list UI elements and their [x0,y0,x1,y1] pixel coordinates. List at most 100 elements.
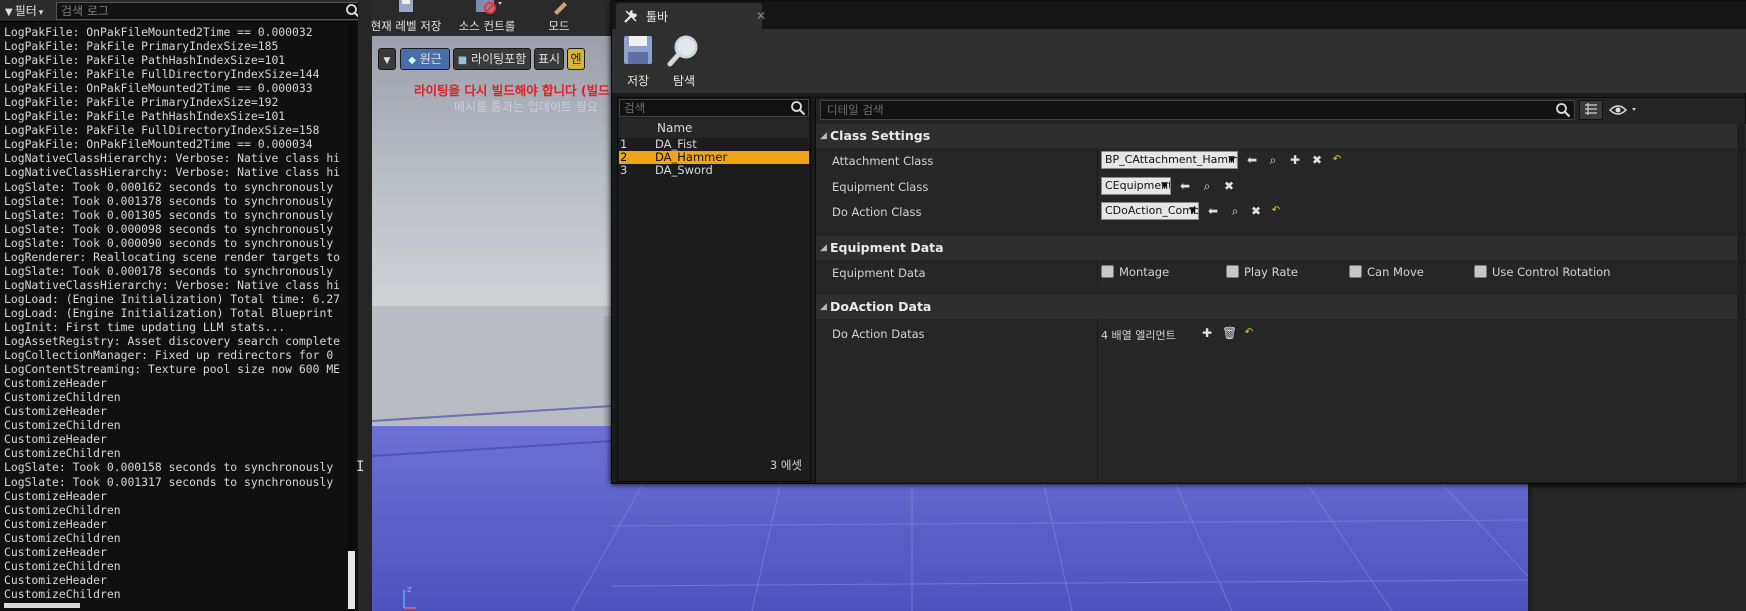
filter-dropdown-button[interactable]: ▼ 필터 ▾ [2,2,46,20]
log-line: LogInit: First time updating LLM stats..… [4,319,286,334]
property-matrix-button[interactable] [1579,100,1603,120]
chevron-down-icon: ▼ [1161,181,1168,191]
perspective-button[interactable]: ◆ 원근 [400,48,450,70]
log-line: CustomizeHeader [4,544,107,559]
lighting-mode-button[interactable]: ■ 라이팅포함 [453,48,531,70]
close-icon[interactable]: ✕ [756,9,766,23]
clear-x-icon[interactable]: ✖ [1249,204,1263,218]
log-line: LogSlate: Took 0.001317 seconds to synch… [4,474,334,489]
montage-checkbox[interactable] [1101,265,1114,278]
add-element-plus-icon[interactable]: ✚ [1200,326,1214,340]
property-label: Equipment Class [832,180,929,194]
attachment-class-combo[interactable]: BP_CAttachment_Hammer ▼ [1101,151,1238,169]
equipment-class-combo[interactable]: CEquipment ▼ [1101,177,1171,195]
save-button[interactable]: 저장 [616,33,660,89]
asset-search-input[interactable]: 검색 [619,99,809,117]
save-level-button[interactable]: 현재 레벨 저장 [368,0,444,36]
browse-magnifier-icon[interactable]: ⌕ [1228,204,1242,218]
search-icon [1556,103,1571,118]
log-line: LogLoad: (Engine Initialization) Total B… [4,305,334,320]
tool-window-tab[interactable]: 툴바 ✕ [616,3,766,29]
log-line: CustomizeChildren [4,418,121,433]
save-label: 저장 [626,74,650,88]
log-line: LogAssetRegistry: Asset discovery search… [4,334,341,349]
clear-x-icon[interactable]: ✖ [1310,153,1324,167]
use-control-rotation-checkbox[interactable] [1474,265,1487,278]
source-control-button[interactable]: 소스 컨트롤 [444,0,530,36]
use-selected-arrow-icon[interactable]: ⬅ [1245,153,1259,167]
asset-list-header[interactable]: Name [619,118,809,138]
chevron-down-icon: ▼ [1228,155,1235,165]
log-line: LogSlate: Took 0.000098 seconds to synch… [4,221,334,236]
add-plus-icon[interactable]: ✚ [1288,153,1302,167]
array-count: 4 배열 엘리먼트 [1101,329,1176,342]
reset-default-icon[interactable]: ↶ [1242,326,1256,340]
log-line: CustomizeChildren [4,586,121,601]
can-move-label: Can Move [1367,265,1424,279]
log-line: CustomizeHeader [4,488,107,503]
log-line: LogPakFile: PakFile PathHashIndexSize=10… [4,53,286,68]
use-selected-arrow-icon[interactable]: ⬅ [1206,204,1220,218]
log-line: CustomizeHeader [4,376,107,391]
category-class-settings[interactable]: ◢ Class Settings [816,124,1746,148]
play-rate-checkbox[interactable] [1226,265,1239,278]
category-doaction-data[interactable]: ◢ DoAction Data [816,295,1746,319]
modes-button[interactable]: 모드 [534,0,584,36]
log-line: LogPakFile: PakFile PrimaryIndexSize=185 [4,39,279,54]
chevron-down-icon: ▼ [1189,206,1196,216]
log-horizontal-scrollbar[interactable] [4,603,80,608]
clear-x-icon[interactable]: ✖ [1222,179,1236,193]
perspective-icon: ◆ [408,55,416,66]
axis-gizmo: z [403,585,416,609]
save-icon [624,36,652,64]
asset-row[interactable]: 3 DA_Sword [619,164,809,177]
do-action-datas-row: Do Action Datas 4 배열 엘리먼트 ✚ 🗑 ↶ [816,321,1746,346]
filter-label: 필터 [14,4,37,18]
use-selected-arrow-icon[interactable]: ⬅ [1178,179,1192,193]
log-line: LogNativeClassHierarchy: Verbose: Native… [4,165,341,180]
can-move-checkbox[interactable] [1349,265,1362,278]
details-body: ◢ Class Settings Attachment Class BP_CAtt… [816,124,1746,482]
grid-icon [1585,103,1597,115]
details-panel: 디테일 검색 ◢ Class Settings Attachment Class … [815,97,1746,482]
collapse-arrow-icon: ◢ [820,131,827,141]
property-label: Attachment Class [832,154,934,168]
log-search-input[interactable]: 검색 로그 [56,2,364,20]
reset-default-icon[interactable]: ↶ [1330,153,1344,167]
log-line: LogNativeClassHierarchy: Verbose: Native… [4,151,341,166]
category-equipment-data[interactable]: ◢ Equipment Data [816,236,1746,260]
log-scrollbar-thumb[interactable] [348,551,355,609]
show-button[interactable]: 표시 [534,48,564,70]
log-filter-bar: ▼ 필터 ▾ 검색 로그 [0,0,370,22]
panel-splitter[interactable] [358,0,372,611]
details-search-input[interactable]: 디테일 검색 [820,100,1575,120]
filter-icon: ▼ [5,7,13,18]
show-label: 표시 [537,52,561,66]
log-line: LogSlate: Took 0.001305 seconds to synch… [4,207,334,222]
log-lines: LogPakFile: OnPakFileMounted2Time == 0.0… [4,25,346,605]
log-line: CustomizeChildren [4,502,121,517]
name-column-header: Name [657,121,693,135]
source-control-label: 소스 컨트롤 [458,19,516,33]
tool-window-tab-label: 툴바 [646,10,669,24]
log-line: CustomizeHeader [4,572,107,587]
details-scrollbar[interactable] [1737,124,1745,482]
browse-button[interactable]: 탐색 [662,33,706,89]
log-scrollbar-track[interactable] [348,24,356,611]
property-label: Do Action Class [832,205,922,219]
save-level-label: 현재 레벨 저장 [370,19,442,33]
log-line: LogSlate: Took 0.000162 seconds to synch… [4,179,334,194]
browse-magnifier-icon[interactable]: ⌕ [1200,179,1214,193]
asset-row-name: DA_Sword [655,163,713,177]
browse-magnifier-icon[interactable]: ⌕ [1266,153,1280,167]
text-cursor-icon: I [356,459,365,475]
combo-value: CDoAction_Combo [1105,204,1199,217]
do-action-class-combo[interactable]: CDoAction_Combo ▼ [1101,202,1199,220]
viewport-options-button[interactable]: ▼ [378,48,396,70]
view-options-button[interactable] [1608,100,1644,120]
asset-row[interactable]: 2 DA_Hammer [619,151,809,164]
extra-button[interactable]: 엔 [567,48,585,70]
reset-default-icon[interactable]: ↶ [1269,204,1283,218]
wrench-icon [624,10,637,23]
trash-icon[interactable]: 🗑 [1222,326,1237,340]
